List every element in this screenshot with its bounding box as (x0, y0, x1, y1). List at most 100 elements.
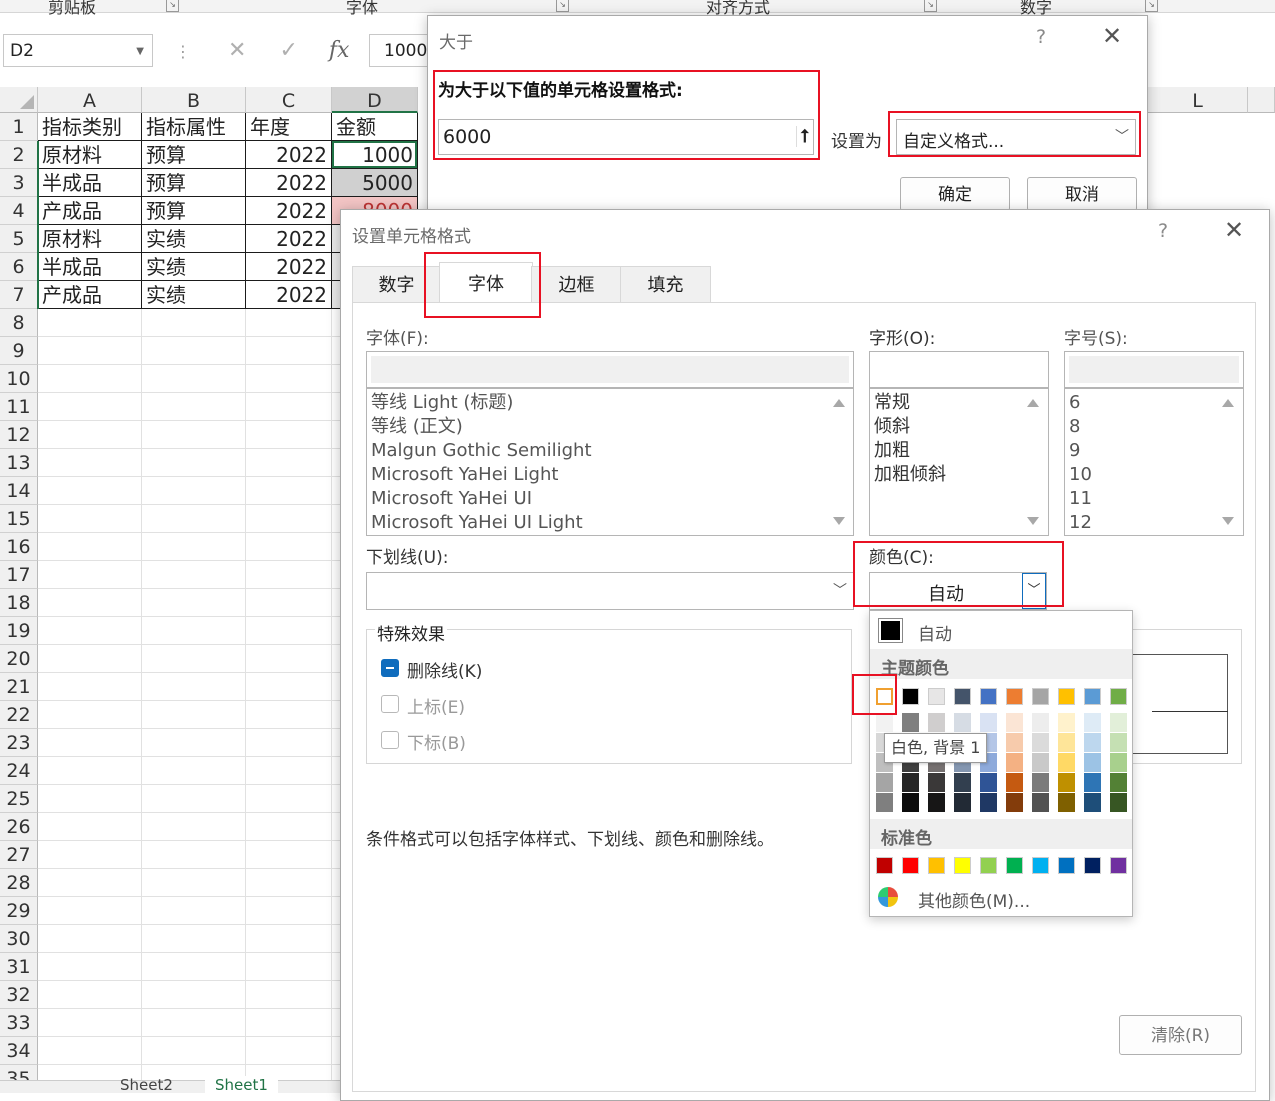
sheet-cell[interactable] (246, 897, 332, 925)
row-header[interactable]: 21 (0, 673, 38, 701)
sheet-cell[interactable] (246, 365, 332, 393)
shade-color-swatch[interactable] (1006, 733, 1023, 752)
row-header[interactable]: 13 (0, 449, 38, 477)
shade-color-swatch[interactable] (928, 713, 945, 732)
sheet-cell[interactable] (142, 897, 246, 925)
sheet-cell[interactable]: 5000 (332, 169, 418, 197)
standard-color-swatch[interactable] (1110, 857, 1127, 874)
row-header[interactable]: 6 (0, 253, 38, 281)
theme-color-swatch[interactable] (1032, 688, 1049, 705)
alignment-launcher-icon[interactable]: ↘ (924, 0, 937, 12)
sheet-cell[interactable] (142, 617, 246, 645)
underline-select[interactable]: ﹀ (366, 572, 854, 610)
list-item[interactable]: Microsoft YaHei UI Light (367, 511, 853, 535)
shade-color-swatch[interactable] (902, 773, 919, 792)
sheet-cell[interactable] (246, 785, 332, 813)
list-item[interactable]: 12 (1065, 511, 1243, 535)
sheet-cell[interactable]: 原材料 (38, 225, 142, 253)
sheet-cell[interactable] (246, 673, 332, 701)
shade-color-swatch[interactable] (928, 793, 945, 812)
shade-color-swatch[interactable] (1084, 773, 1101, 792)
row-header[interactable]: 32 (0, 981, 38, 1009)
sheet-cell[interactable] (38, 393, 142, 421)
shade-color-swatch[interactable] (1032, 733, 1049, 752)
shade-color-swatch[interactable] (1084, 753, 1101, 772)
column-header-d[interactable]: D (332, 87, 418, 113)
list-item[interactable]: 加粗倾斜 (870, 463, 1048, 487)
sheet-cell[interactable] (38, 645, 142, 673)
shade-color-swatch[interactable] (1084, 733, 1101, 752)
enter-icon[interactable]: ✓ (279, 38, 297, 63)
sheet-cell[interactable] (38, 505, 142, 533)
row-header[interactable]: 7 (0, 281, 38, 309)
sheet-cell[interactable] (246, 841, 332, 869)
sheet-cell[interactable]: 产成品 (38, 197, 142, 225)
auto-color-swatch[interactable] (878, 618, 903, 643)
row-header[interactable]: 25 (0, 785, 38, 813)
list-item[interactable]: 等线 Light (标题) (367, 391, 853, 415)
shade-color-swatch[interactable] (1032, 713, 1049, 732)
sheet-cell[interactable] (38, 953, 142, 981)
sheet-cell[interactable] (38, 925, 142, 953)
sheet-cell[interactable] (246, 533, 332, 561)
row-header[interactable]: 24 (0, 757, 38, 785)
sheet-cell[interactable] (38, 757, 142, 785)
sheet-cell[interactable] (142, 953, 246, 981)
row-header[interactable]: 33 (0, 1009, 38, 1037)
help-icon[interactable]: ? (1158, 220, 1168, 242)
sheet-cell[interactable] (38, 673, 142, 701)
sheet-cell[interactable]: 指标类别 (38, 113, 142, 141)
theme-color-swatch[interactable] (1006, 688, 1023, 705)
ok-button[interactable]: 确定 (900, 177, 1010, 211)
standard-color-swatch[interactable] (928, 857, 945, 874)
sheet-cell[interactable] (142, 533, 246, 561)
font-launcher-icon[interactable]: ↘ (556, 0, 569, 12)
help-icon[interactable]: ? (1036, 26, 1046, 48)
superscript-checkbox[interactable] (381, 695, 399, 713)
sheet-cell[interactable]: 2022 (246, 225, 332, 253)
row-header[interactable]: 8 (0, 309, 38, 337)
row-header[interactable]: 5 (0, 225, 38, 253)
sheet-cell[interactable] (38, 813, 142, 841)
more-colors-link[interactable]: 其他颜色(M)... (918, 887, 1030, 912)
shade-color-swatch[interactable] (1058, 753, 1075, 772)
sheet-cell[interactable] (142, 813, 246, 841)
sheet-cell[interactable] (246, 617, 332, 645)
list-item[interactable]: Malgun Gothic Semilight (367, 439, 853, 463)
column-header-l[interactable]: L (1148, 87, 1248, 113)
sheet-cell[interactable] (38, 869, 142, 897)
list-item[interactable]: 常规 (870, 391, 1048, 415)
strikethrough-checkbox[interactable] (381, 659, 399, 677)
theme-color-swatch[interactable] (928, 688, 945, 705)
standard-color-swatch[interactable] (1032, 857, 1049, 874)
shade-color-swatch[interactable] (902, 793, 919, 812)
sheet-cell[interactable]: 预算 (142, 197, 246, 225)
row-header[interactable]: 30 (0, 925, 38, 953)
list-item[interactable]: 6 (1065, 391, 1243, 415)
sheet-tab-sheet2[interactable]: Sheet2 (120, 1076, 173, 1094)
shade-color-swatch[interactable] (928, 773, 945, 792)
sheet-cell[interactable] (142, 421, 246, 449)
sheet-cell[interactable] (38, 309, 142, 337)
sheet-cell[interactable] (142, 673, 246, 701)
shade-color-swatch[interactable] (954, 793, 971, 812)
row-header[interactable]: 23 (0, 729, 38, 757)
scroll-down-icon[interactable] (1222, 517, 1234, 525)
sheet-cell[interactable] (246, 561, 332, 589)
sheet-cell[interactable] (246, 757, 332, 785)
subscript-checkbox[interactable] (381, 731, 399, 749)
list-item[interactable]: Microsoft YaHei UI (367, 487, 853, 511)
row-header[interactable]: 19 (0, 617, 38, 645)
select-all-corner[interactable] (0, 87, 38, 113)
shade-color-swatch[interactable] (1006, 773, 1023, 792)
sheet-cell[interactable] (38, 701, 142, 729)
cancel-icon[interactable]: ✕ (228, 38, 246, 63)
sheet-cell[interactable]: 预算 (142, 169, 246, 197)
column-header-b[interactable]: B (142, 87, 246, 113)
shade-color-swatch[interactable] (1058, 733, 1075, 752)
shade-color-swatch[interactable] (1006, 793, 1023, 812)
sheet-cell[interactable]: 2022 (246, 169, 332, 197)
sheet-cell[interactable] (142, 925, 246, 953)
sheet-cell[interactable] (246, 953, 332, 981)
shade-color-swatch[interactable] (1110, 773, 1127, 792)
